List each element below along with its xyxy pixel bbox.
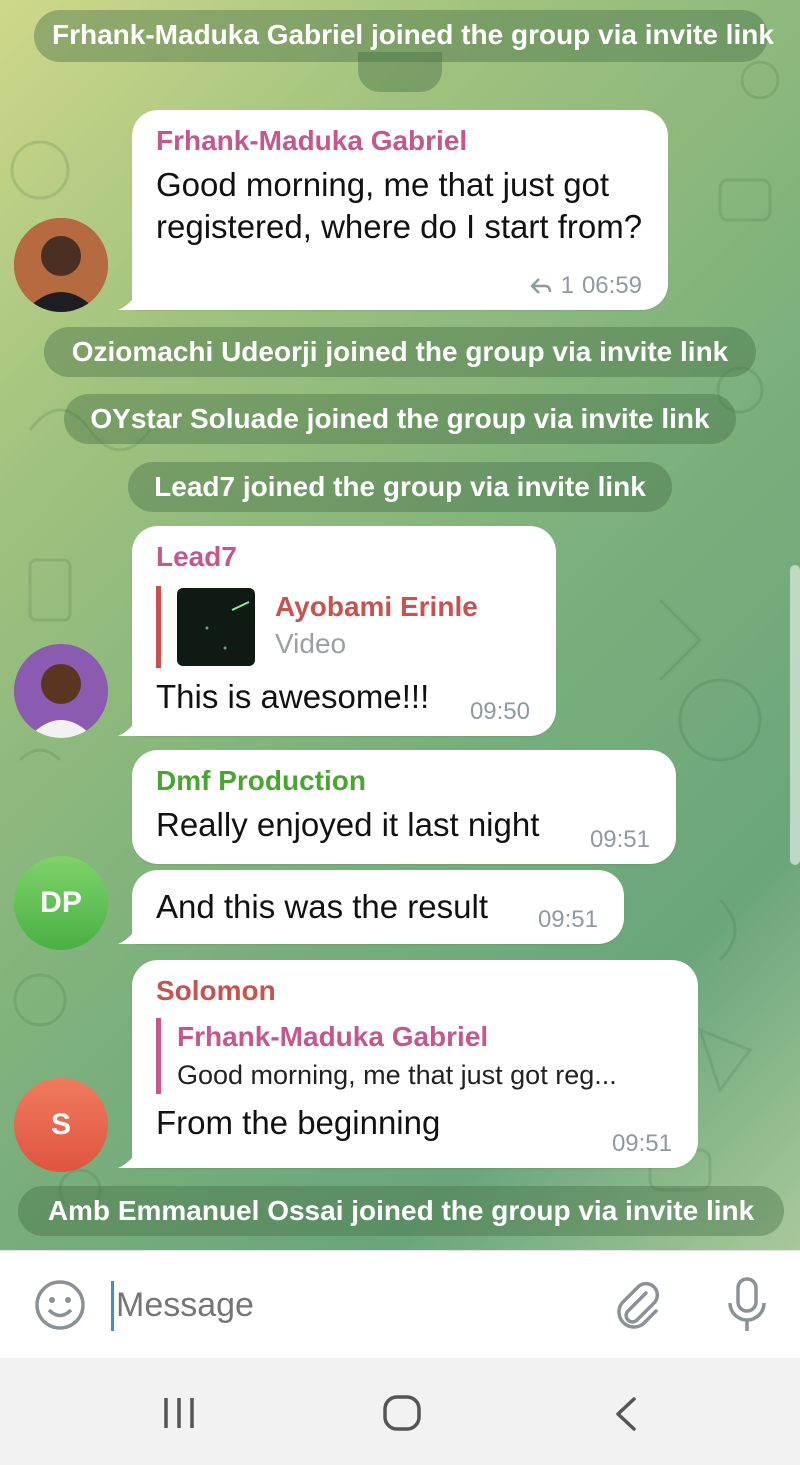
- bubble-tail: [118, 716, 138, 736]
- scrollbar[interactable]: [790, 565, 800, 865]
- message-time: 09:50: [469, 698, 530, 725]
- message-meta: 09:50: [470, 698, 530, 726]
- reply-details: Ayobami Erinle Video: [275, 590, 478, 664]
- message-bubble-solomon[interactable]: Solomon Frhank-Maduka Gabriel Good morni…: [118, 960, 698, 1168]
- bubble-tail: [118, 1148, 138, 1168]
- sender-name[interactable]: Solomon: [156, 974, 674, 1008]
- bubble-tail: [118, 290, 138, 310]
- message-bubble-dmf-2[interactable]: And this was the result 09:51: [118, 870, 624, 944]
- service-text: Lead7 joined the group via invite link: [154, 471, 646, 502]
- home-icon[interactable]: [382, 1394, 422, 1432]
- message-meta: 09:51: [590, 826, 650, 854]
- service-message-join-3: OYstar Soluade joined the group via invi…: [64, 394, 736, 444]
- message-time: 09:51: [537, 906, 598, 933]
- service-text: Amb Emmanuel Ossai joined the group via …: [47, 1195, 755, 1226]
- paperclip-icon[interactable]: [612, 1279, 664, 1331]
- reply-text: Good morning, me that just got reg...: [177, 1060, 617, 1090]
- message-bubble-lead7[interactable]: Lead7 Ayobami Erinle Video This is aweso…: [118, 526, 556, 736]
- service-text: Oziomachi Udeorji joined the group via i…: [71, 336, 729, 367]
- system-navigation-bar: [0, 1358, 800, 1465]
- avatar-photo: [14, 644, 108, 738]
- text-cursor: [111, 1281, 114, 1331]
- reply-type: Video: [275, 628, 347, 659]
- recent-apps-icon[interactable]: [160, 1396, 198, 1430]
- video-thumbnail[interactable]: [177, 588, 255, 666]
- service-message-join-1-tail: [358, 52, 442, 92]
- avatar-initials: DP: [40, 886, 82, 919]
- reply-preview[interactable]: Ayobami Erinle Video: [156, 586, 532, 668]
- message-text: And this was the result: [156, 888, 488, 925]
- service-message-join-5: Amb Emmanuel Ossai joined the group via …: [18, 1186, 784, 1236]
- message-text: From the beginning: [156, 1104, 441, 1141]
- reply-sender: Frhank-Maduka Gabriel: [177, 1021, 489, 1052]
- avatar-frhank[interactable]: [14, 218, 108, 312]
- message-input-bar: [0, 1250, 800, 1358]
- message-time: 06:59: [581, 272, 642, 299]
- message-text: Really enjoyed it last night: [156, 806, 540, 843]
- microphone-icon[interactable]: [722, 1275, 772, 1335]
- message-time: 09:51: [611, 1130, 672, 1157]
- sender-name[interactable]: Dmf Production: [156, 764, 652, 798]
- reply-sender: Ayobami Erinle: [275, 591, 478, 622]
- emoji-icon[interactable]: [34, 1279, 86, 1331]
- service-message-join-4: Lead7 joined the group via invite link: [128, 462, 672, 512]
- avatar-photo: [14, 218, 108, 312]
- reply-arrow-icon: [529, 278, 551, 294]
- message-bubble-dmf-1[interactable]: Dmf Production Really enjoyed it last ni…: [132, 750, 676, 864]
- bubble-tail: [118, 924, 138, 944]
- message-time: 09:51: [589, 826, 650, 853]
- message-meta: 09:51: [612, 1130, 672, 1158]
- service-message-join-2: Oziomachi Udeorji joined the group via i…: [44, 327, 756, 377]
- message-meta: 1 06:59: [529, 272, 642, 300]
- avatar-initials: S: [50, 1108, 71, 1141]
- sender-name[interactable]: Lead7: [156, 540, 532, 574]
- avatar-solomon[interactable]: S: [14, 1078, 108, 1172]
- avatar-dmf[interactable]: DP: [14, 856, 108, 950]
- service-text: OYstar Soluade joined the group via invi…: [90, 403, 710, 434]
- message-bubble-frhank[interactable]: Frhank-Maduka Gabriel Good morning, me t…: [118, 110, 668, 310]
- service-text: Frhank-Maduka Gabriel joined the group v…: [52, 19, 774, 50]
- back-icon[interactable]: [612, 1396, 640, 1432]
- avatar-lead7[interactable]: [14, 644, 108, 738]
- message-meta: 09:51: [538, 906, 598, 934]
- reply-preview[interactable]: Frhank-Maduka Gabriel Good morning, me t…: [156, 1018, 674, 1094]
- message-text: Good morning, me that just got registere…: [156, 166, 643, 245]
- sender-name[interactable]: Frhank-Maduka Gabriel: [156, 124, 644, 158]
- video-thumb-graphic: [205, 601, 250, 650]
- reply-count[interactable]: 1: [561, 272, 574, 300]
- message-input[interactable]: [116, 1275, 586, 1335]
